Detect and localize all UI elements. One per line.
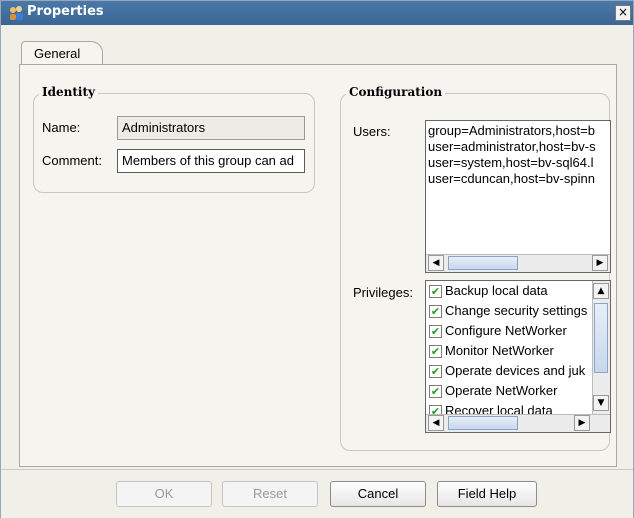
privilege-label: Configure NetWorker bbox=[445, 323, 567, 338]
check-icon: ✔ bbox=[430, 325, 441, 338]
scroll-down-button[interactable]: ▼ bbox=[593, 395, 609, 411]
checkbox[interactable]: ✔ bbox=[429, 385, 442, 398]
arrow-left-icon: ◀ bbox=[432, 258, 440, 268]
list-item[interactable]: user=administrator,host=bv-s bbox=[428, 139, 596, 154]
tab-general[interactable]: General bbox=[21, 41, 103, 65]
ok-button[interactable]: OK bbox=[116, 481, 212, 507]
identity-group: Identity Name: Administrators Comment: M… bbox=[33, 85, 315, 193]
privilege-label: Change security settings bbox=[445, 303, 588, 318]
privilege-label: Operate devices and juk bbox=[445, 363, 586, 378]
properties-window: Properties × General Identity Name: Admi… bbox=[0, 0, 634, 518]
privilege-label: Monitor NetWorker bbox=[445, 343, 554, 358]
privileges-label: Privileges: bbox=[353, 285, 413, 300]
privileges-vertical-scrollbar[interactable]: ▲ ▼ bbox=[592, 281, 610, 415]
users-horizontal-scrollbar[interactable]: ◀ ▶ bbox=[426, 254, 610, 272]
privilege-item[interactable]: ✔ Configure NetWorker bbox=[426, 323, 596, 341]
comment-label: Comment: bbox=[42, 153, 102, 168]
check-icon: ✔ bbox=[430, 385, 441, 398]
scroll-left-button[interactable]: ◀ bbox=[428, 255, 444, 271]
scroll-thumb[interactable] bbox=[594, 303, 608, 373]
reset-button[interactable]: Reset bbox=[222, 481, 318, 507]
close-button[interactable]: × bbox=[615, 5, 631, 21]
privilege-item[interactable]: ✔ Backup local data bbox=[426, 283, 596, 301]
tab-general-label: General bbox=[34, 46, 81, 61]
checkbox[interactable]: ✔ bbox=[429, 345, 442, 358]
cancel-button[interactable]: Cancel bbox=[330, 481, 426, 507]
close-icon: × bbox=[617, 5, 629, 19]
configuration-group-title: Configuration bbox=[346, 85, 446, 99]
name-label: Name: bbox=[42, 120, 81, 135]
window-title: Properties bbox=[27, 4, 104, 19]
general-panel: Identity Name: Administrators Comment: M… bbox=[19, 64, 617, 467]
scroll-right-button[interactable]: ▶ bbox=[592, 255, 608, 271]
check-icon: ✔ bbox=[430, 365, 441, 378]
configuration-group: Configuration Users: group=Administrator… bbox=[340, 85, 611, 451]
checkbox[interactable]: ✔ bbox=[429, 365, 442, 378]
check-icon: ✔ bbox=[430, 345, 441, 358]
checkbox[interactable]: ✔ bbox=[429, 285, 442, 298]
privilege-item[interactable]: ✔ Monitor NetWorker bbox=[426, 343, 596, 361]
title-bar[interactable]: Properties × bbox=[1, 1, 633, 25]
field-help-button[interactable]: Field Help bbox=[437, 481, 537, 507]
privilege-item[interactable]: ✔ Operate devices and juk bbox=[426, 363, 596, 381]
check-icon: ✔ bbox=[430, 285, 441, 298]
identity-group-title: Identity bbox=[39, 85, 98, 99]
list-item[interactable]: user=cduncan,host=bv-spinn bbox=[428, 171, 595, 186]
button-bar: OK Reset Cancel Field Help bbox=[1, 469, 633, 518]
privilege-label: Operate NetWorker bbox=[445, 383, 558, 398]
checkbox[interactable]: ✔ bbox=[429, 325, 442, 338]
arrow-right-icon: ▶ bbox=[578, 418, 586, 428]
name-field[interactable]: Administrators bbox=[117, 116, 305, 140]
list-item[interactable]: user=system,host=bv-sql64.l bbox=[428, 155, 593, 170]
check-icon: ✔ bbox=[430, 305, 441, 318]
checkbox[interactable]: ✔ bbox=[429, 305, 442, 318]
scroll-up-button[interactable]: ▲ bbox=[593, 283, 609, 299]
arrow-up-icon: ▲ bbox=[597, 286, 605, 296]
scroll-left-button[interactable]: ◀ bbox=[428, 415, 444, 431]
privilege-item[interactable]: ✔ Operate NetWorker bbox=[426, 383, 596, 401]
arrow-right-icon: ▶ bbox=[596, 258, 604, 268]
privilege-label: Backup local data bbox=[445, 283, 548, 298]
arrow-left-icon: ◀ bbox=[432, 418, 440, 428]
group-icon bbox=[10, 6, 23, 20]
scroll-thumb[interactable] bbox=[448, 256, 518, 270]
list-item[interactable]: group=Administrators,host=b bbox=[428, 123, 595, 138]
privileges-list[interactable]: ✔ Backup local data ✔ Change security se… bbox=[425, 280, 611, 433]
comment-field[interactable]: Members of this group can ad bbox=[117, 149, 305, 173]
users-list[interactable]: group=Administrators,host=b user=adminis… bbox=[425, 120, 611, 273]
privilege-item[interactable]: ✔ Change security settings bbox=[426, 303, 596, 321]
scroll-right-button[interactable]: ▶ bbox=[574, 415, 590, 431]
users-label: Users: bbox=[353, 124, 391, 139]
arrow-down-icon: ▼ bbox=[597, 398, 605, 408]
scroll-thumb[interactable] bbox=[448, 416, 518, 430]
privileges-horizontal-scrollbar[interactable]: ◀ ▶ bbox=[426, 414, 610, 432]
